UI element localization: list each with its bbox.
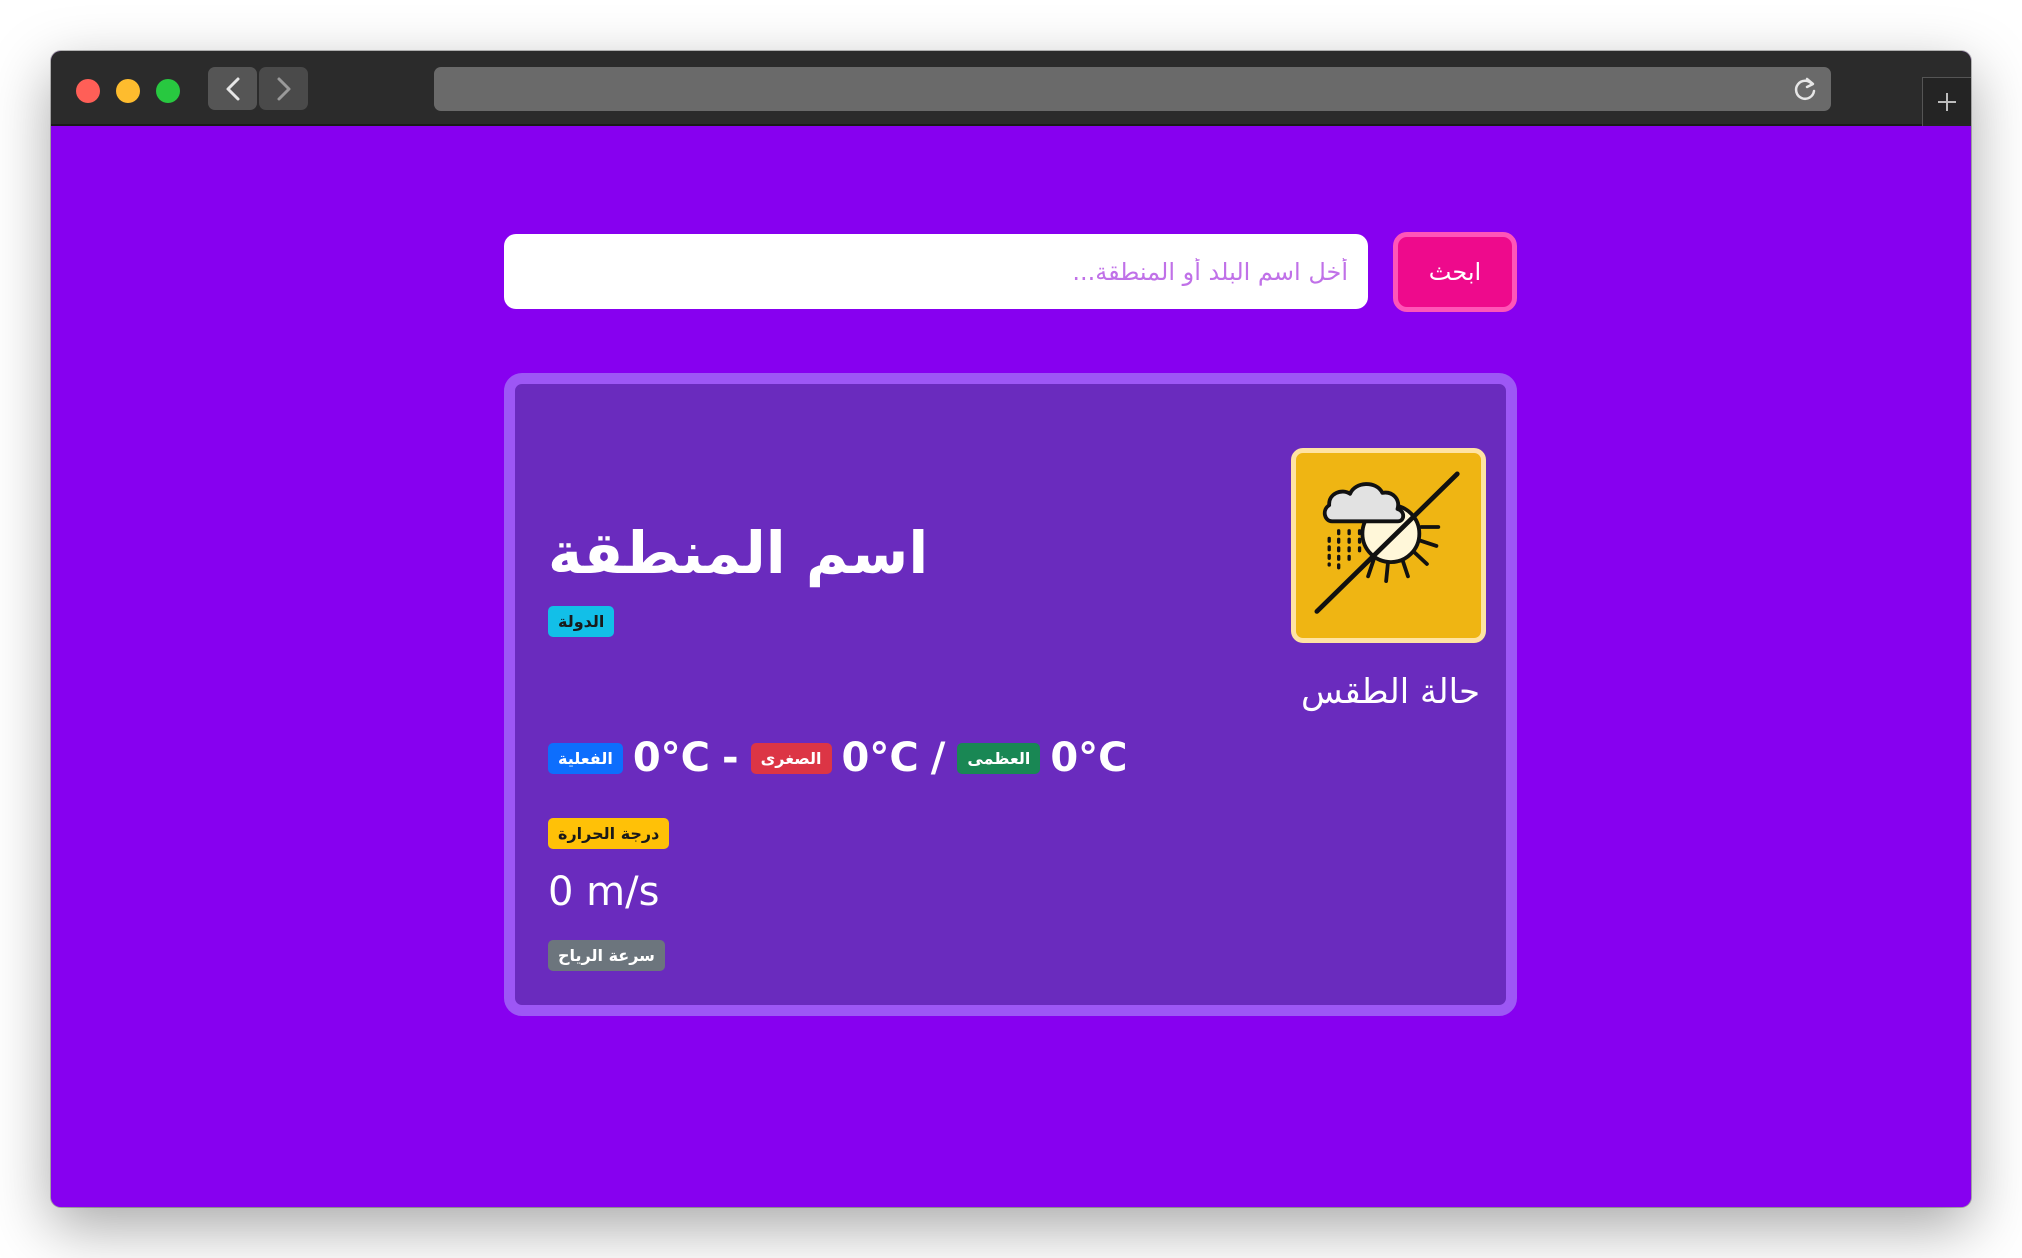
feels-like-temperature: 0°C <box>632 735 710 781</box>
maximize-window-button[interactable] <box>156 79 180 103</box>
temperature-row: الفعلية 0°C - الصغرى 0°C / العظمى 0°C <box>548 732 1128 784</box>
forward-button[interactable] <box>259 67 308 110</box>
search-input[interactable] <box>504 234 1368 309</box>
feels-like-badge: الفعلية <box>548 742 623 774</box>
max-temperature: 0°C <box>1050 735 1128 781</box>
temperature-separator: - <box>722 735 739 781</box>
weather-icon-container <box>1291 448 1486 643</box>
new-tab-button[interactable] <box>1922 77 1971 126</box>
country-badge: الدولة <box>548 606 615 637</box>
plus-icon <box>1938 93 1956 111</box>
reload-button[interactable] <box>1791 75 1819 103</box>
chevron-left-icon <box>226 77 239 100</box>
browser-window: ابحث <box>51 51 1971 1207</box>
back-button[interactable] <box>208 67 257 110</box>
browser-titlebar <box>51 51 1971 126</box>
max-temperature-badge: العظمى <box>957 742 1041 774</box>
minimize-window-button[interactable] <box>116 79 140 103</box>
min-temperature: 0°C <box>841 735 919 781</box>
min-temperature-badge: الصغرى <box>750 742 832 774</box>
region-name: اسم المنطقة <box>548 519 929 587</box>
wind-speed-badge: سرعة الرياح <box>548 940 665 971</box>
close-window-button[interactable] <box>76 79 100 103</box>
address-bar[interactable] <box>434 67 1831 111</box>
weather-card: حالة الطقس اسم المنطقة الدولة الفعلية 0°… <box>504 373 1517 1016</box>
search-button[interactable]: ابحث <box>1393 232 1517 312</box>
weather-unavailable-icon <box>1314 471 1460 614</box>
temperature-label-badge: درجة الحرارة <box>548 818 670 849</box>
chevron-right-icon <box>277 77 290 100</box>
reload-icon <box>1794 77 1816 100</box>
weather-condition: حالة الطقس <box>1300 672 1480 712</box>
temperature-separator: / <box>930 735 946 781</box>
page-content: ابحث <box>51 128 1971 1207</box>
wind-speed-value: 0 m/s <box>548 869 660 915</box>
